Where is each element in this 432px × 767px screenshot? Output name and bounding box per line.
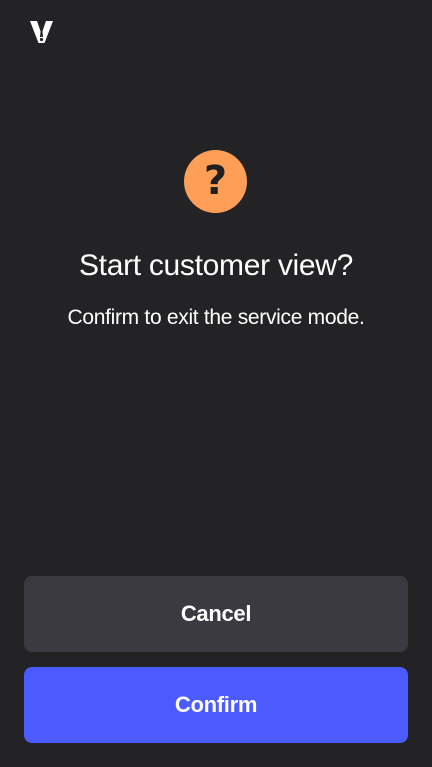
confirm-button[interactable]: Confirm [24,667,408,743]
cancel-button[interactable]: Cancel [24,576,408,652]
dialog-message: Confirm to exit the service mode. [67,306,365,329]
question-icon: ? [184,150,247,213]
brand-logo-icon [28,18,56,46]
dialog-title: Start customer view? [78,249,354,282]
question-glyph: ? [203,157,228,204]
